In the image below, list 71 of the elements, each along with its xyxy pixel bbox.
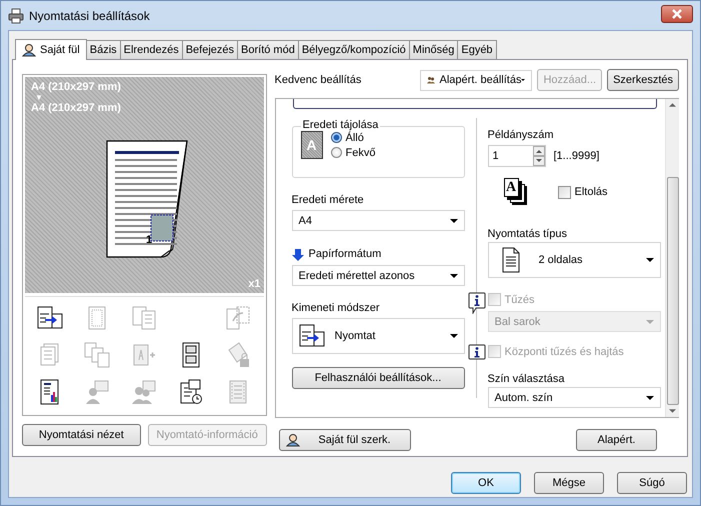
original-size-dropdown[interactable]: A4 [292, 210, 464, 231]
caret-icon [450, 218, 458, 222]
info-icon[interactable] [468, 292, 486, 314]
printer-icon [8, 8, 24, 24]
tab[interactable]: Befejezés [182, 40, 238, 59]
user-icon [286, 433, 300, 447]
orientation-radio[interactable]: Álló [330, 132, 376, 144]
users-page-icon[interactable] [131, 379, 158, 406]
user-icon [22, 43, 36, 57]
page-icon [500, 247, 520, 273]
clock-page-icon[interactable] [178, 379, 204, 406]
down-arrow-icon [292, 248, 304, 260]
caret-icon [450, 334, 458, 338]
source-size: A4 (210x297 mm) [31, 81, 121, 93]
copies-range: [1...9999] [554, 148, 600, 164]
offset-checkbox[interactable]: Eltolás [558, 186, 608, 198]
tab[interactable]: Elrendezés [120, 40, 183, 59]
tab[interactable]: Bélyegző/kompozíció [298, 40, 410, 59]
dialog-button[interactable]: OK [451, 472, 521, 494]
caret-icon [646, 258, 654, 262]
scroll-up-icon[interactable] [669, 103, 676, 107]
paper-size-dropdown[interactable]: Eredeti mérettel azonos [292, 265, 464, 286]
caret-icon [646, 396, 654, 400]
printer-page-icon[interactable] [37, 304, 64, 331]
spin-arrows-icon[interactable] [532, 146, 544, 166]
original-size-label: Eredeti mérete [292, 193, 365, 208]
copies-label: Példányszám [488, 128, 555, 143]
color-label: Szín választása [488, 372, 566, 387]
tab[interactable]: Minőség [408, 40, 458, 59]
output-size: A4 (210x297 mm) [31, 102, 121, 114]
arrow-glyph: ▼ [35, 93, 43, 102]
scroll-down-icon[interactable] [669, 409, 676, 413]
close-icon [671, 8, 683, 18]
tab[interactable]: Bázis [86, 40, 121, 59]
output-method-label: Kimeneti módszer [292, 301, 381, 316]
copies-spinner[interactable]: 1 [488, 145, 546, 167]
dialog-button[interactable]: Súgó [617, 472, 687, 494]
two-pages-icon[interactable] [131, 304, 158, 331]
copies-count-text: x1 [248, 278, 260, 290]
page-arrow-icon[interactable] [225, 304, 252, 331]
close-button[interactable] [661, 4, 693, 22]
edit-my-tab-button[interactable]: Saját fül szerk. [278, 429, 410, 451]
favorite-action-button[interactable]: Szerkesztés [607, 69, 679, 91]
info-icon[interactable] [468, 344, 486, 360]
caret-icon [450, 274, 458, 278]
page-number: 1 [146, 234, 152, 246]
color-dropdown[interactable]: Autom. szín [488, 387, 660, 408]
print-type-dropdown[interactable]: 2 oldalas [488, 242, 660, 278]
page-insert-icon[interactable] [131, 342, 158, 368]
printer-page-icon [298, 323, 324, 349]
window-title: Nyomtatási beállítások [29, 8, 151, 22]
favorite-dropdown[interactable]: Alapért. beállítás [420, 70, 532, 90]
orientation-label: Eredeti tájolása [300, 119, 380, 131]
paper-size-label: Papírformátum [308, 247, 382, 262]
output-method-dropdown[interactable]: Nyomtat [292, 318, 464, 354]
caret-icon [521, 78, 526, 82]
user-settings-button[interactable]: Felhasználói beállítások... [292, 367, 464, 389]
default-button[interactable]: Alapért. [576, 429, 657, 451]
multiple-pages-icon[interactable] [84, 342, 110, 368]
portrait-page-icon: A [300, 131, 322, 159]
dialog-button[interactable]: Mégse [534, 472, 604, 494]
tab[interactable]: Saját fül [15, 39, 87, 60]
print-type-label: Nyomtatás típus [488, 227, 568, 242]
orientation-radio[interactable]: Fekvő [330, 146, 376, 158]
favorite-label: Kedvenc beállítás [274, 72, 362, 88]
tab[interactable]: Borító mód [237, 40, 299, 59]
scrollbar[interactable] [665, 99, 679, 417]
caret-icon [646, 320, 654, 324]
preview-action-button[interactable]: Nyomtatási nézet [22, 424, 141, 446]
user-page-icon[interactable] [84, 379, 110, 406]
tab[interactable]: Egyéb [457, 40, 497, 59]
